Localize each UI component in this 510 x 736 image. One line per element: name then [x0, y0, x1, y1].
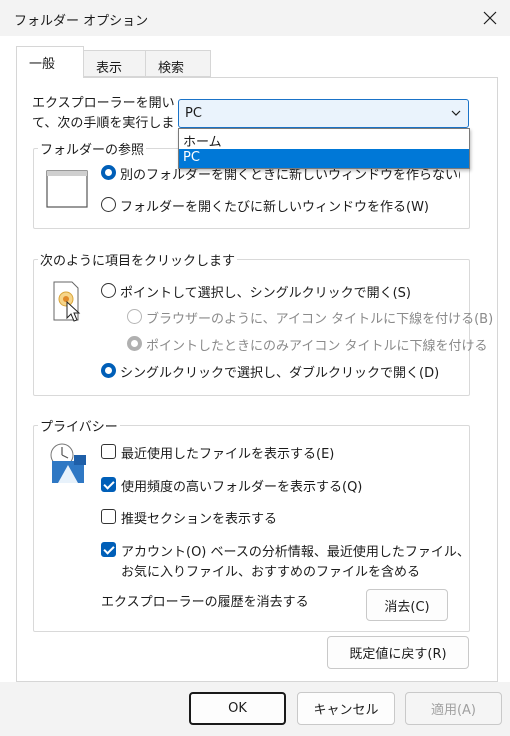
tab-label: 一般	[29, 57, 56, 72]
checkbox-frequent-folders[interactable]	[101, 477, 116, 492]
underline-always-label: ブラウザーのように、アイコン タイトルに下線を付ける(B)	[146, 312, 494, 327]
single-click-label: ポイントして選択し、シングルクリックで開く(S)	[120, 286, 412, 301]
restore-defaults-button[interactable]: 既定値に戻す(R)	[327, 636, 469, 669]
select-value: PC	[185, 106, 202, 121]
privacy-title: プライバシー	[38, 416, 120, 435]
clear-history-label: エクスプローラーの履歴を消去する	[101, 595, 309, 610]
option-new-window-label: フォルダーを開くたびに新しいウィンドウを作る(W)	[120, 200, 429, 215]
radio-underline-hover[interactable]	[127, 336, 142, 351]
tab-view[interactable]: 表示	[83, 50, 146, 77]
checkbox-recommended-section[interactable]	[101, 509, 116, 524]
open-explorer-select[interactable]: PC	[178, 99, 469, 128]
privacy-shield-icon	[50, 443, 86, 483]
checkbox-recent-files[interactable]	[101, 444, 116, 459]
checkbox-account-insights[interactable]	[101, 542, 116, 557]
browse-folders-title: フォルダーの参照	[38, 139, 147, 158]
underline-hover-label: ポイントしたときにのみアイコン タイトルに下線を付ける	[146, 339, 488, 354]
apply-button[interactable]: 適用(A)	[405, 692, 502, 725]
frequent-folders-label: 使用頻度の高いフォルダーを表示する(Q)	[121, 480, 363, 495]
radio-underline-always[interactable]	[127, 309, 142, 324]
open-explorer-dropdown: ホーム PC	[178, 128, 470, 169]
radio-double-click[interactable]	[101, 363, 116, 378]
tab-label: 検索	[158, 61, 185, 76]
click-items-title: 次のように項目をクリックします	[38, 250, 238, 269]
radio-same-window[interactable]	[101, 165, 116, 180]
radio-single-click[interactable]	[101, 283, 116, 298]
dropdown-option-pc[interactable]: PC	[179, 149, 469, 168]
recommended-section-label: 推奨セクションを表示する	[121, 512, 278, 527]
title-bar: フォルダー オプション	[0, 0, 510, 36]
recent-files-label: 最近使用したファイルを表示する(E)	[121, 447, 335, 462]
tab-label: 表示	[96, 61, 123, 76]
dropdown-option-home[interactable]: ホーム	[179, 130, 469, 150]
account-insights-label-line2: お気に入りファイル、おすすめのファイルを含める	[121, 565, 421, 580]
clear-history-button[interactable]: 消去(C)	[366, 589, 448, 621]
cancel-button[interactable]: キャンセル	[297, 692, 395, 725]
account-insights-label: アカウント(O) ベースの分析情報、最近使用したファイル、	[121, 545, 470, 560]
radio-new-window[interactable]	[101, 197, 116, 212]
tab-search[interactable]: 検索	[145, 50, 211, 77]
open-explorer-label: エクスプローラーを開いて、次の手順を実行しま	[32, 96, 175, 131]
window-icon	[46, 170, 88, 208]
double-click-label: シングルクリックで選択し、ダブルクリックで開く(D)	[120, 366, 440, 381]
close-icon	[483, 11, 497, 25]
click-pointer-icon	[53, 281, 81, 322]
chevron-down-icon	[451, 110, 461, 116]
close-button[interactable]	[476, 4, 504, 32]
window-title: フォルダー オプション	[14, 14, 149, 29]
tab-general[interactable]: 一般	[16, 46, 84, 78]
ok-button[interactable]: OK	[189, 692, 286, 725]
